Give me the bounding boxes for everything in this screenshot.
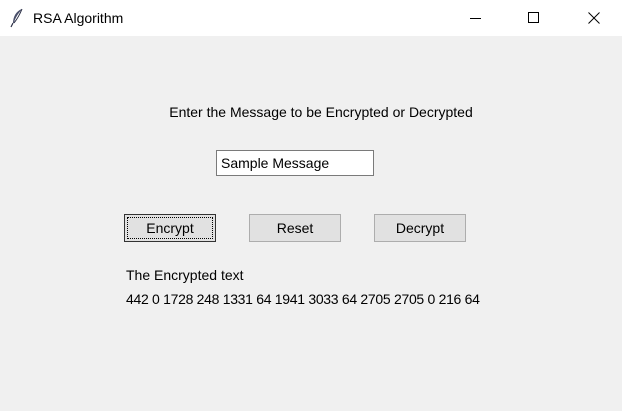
title-bar[interactable]: RSA Algorithm [0, 0, 622, 36]
decrypt-button[interactable]: Decrypt [374, 214, 466, 242]
close-button[interactable] [571, 0, 617, 36]
reset-button[interactable]: Reset [249, 214, 341, 242]
message-prompt-label: Enter the Message to be Encrypted or Dec… [169, 104, 473, 120]
result-text: 442 0 1728 248 1331 64 1941 3033 64 2705… [126, 291, 480, 307]
result-label: The Encrypted text [126, 267, 244, 283]
message-input[interactable] [216, 150, 374, 176]
minimize-button[interactable] [453, 0, 499, 36]
maximize-button[interactable] [511, 0, 557, 36]
window-title: RSA Algorithm [33, 10, 124, 26]
maximize-icon [528, 12, 539, 23]
close-icon [588, 12, 600, 24]
encrypt-button[interactable]: Encrypt [124, 214, 216, 242]
feather-icon [10, 8, 24, 28]
minimize-icon [470, 18, 481, 19]
